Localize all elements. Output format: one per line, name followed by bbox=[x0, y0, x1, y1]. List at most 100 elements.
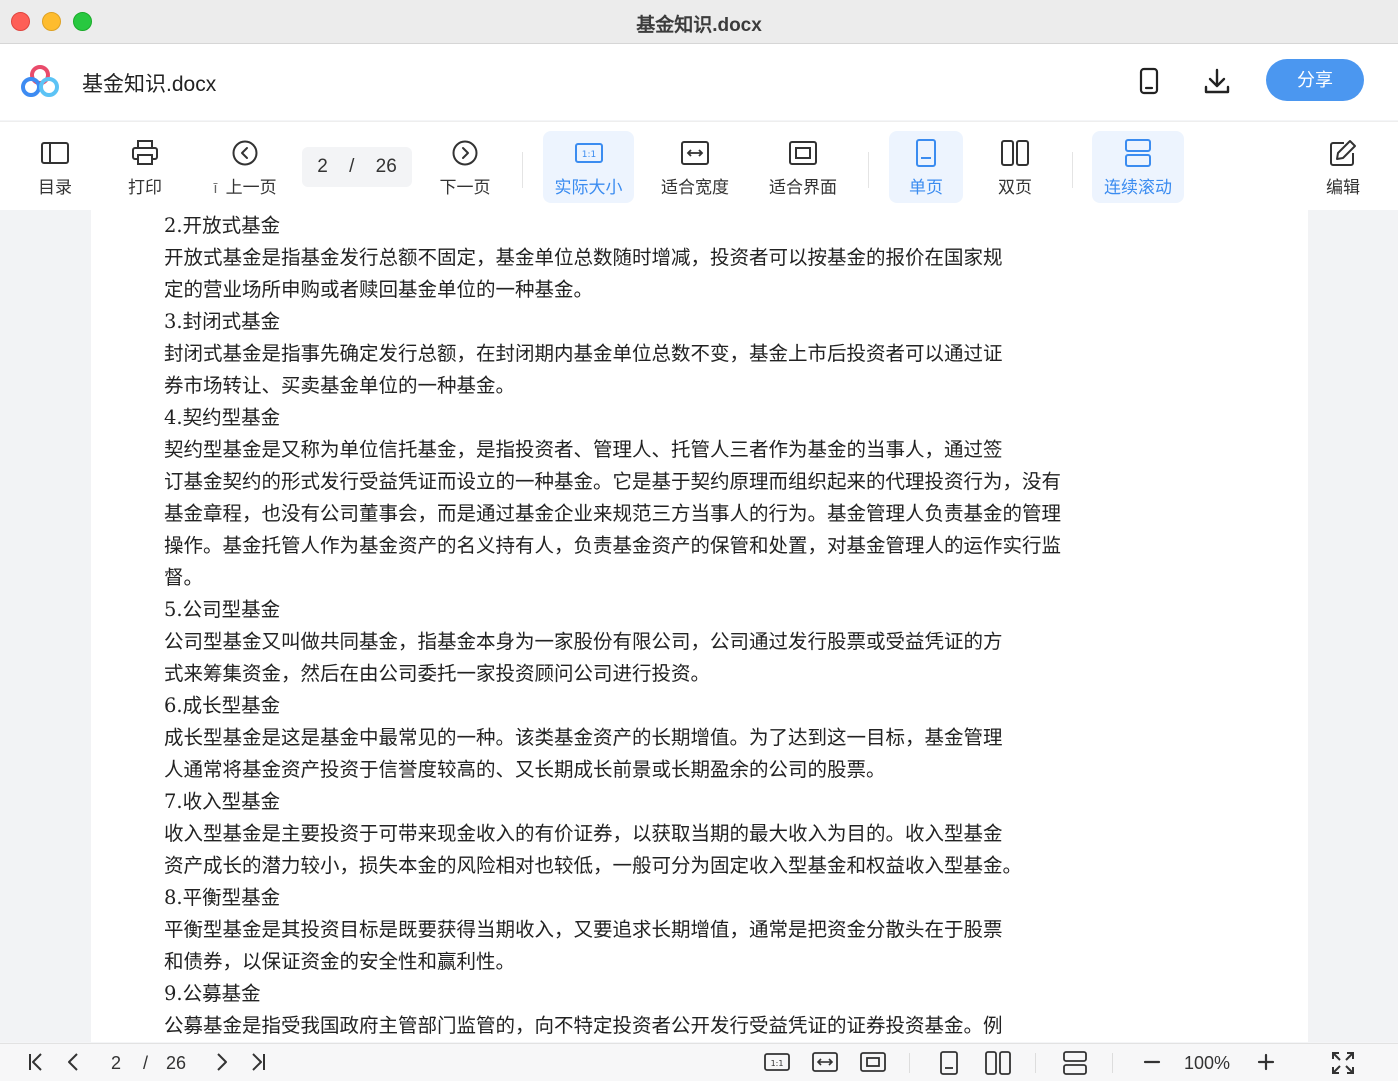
paragraph-line: 契约型基金是又称为单位信托基金，是指投资者、管理人、托管人三者作为基金的当事人，… bbox=[164, 438, 1003, 461]
single-page-label: 单页 bbox=[909, 178, 943, 197]
paragraph-line: 式来筹集资金，然后在由公司委托一家投资顾问公司进行投资。 bbox=[164, 662, 711, 685]
current-page-field[interactable]: 2 bbox=[317, 156, 328, 177]
window-titlebar: 基金知识.docx bbox=[0, 0, 1398, 44]
continuous-scroll-button[interactable]: 连续滚动 bbox=[1092, 131, 1184, 203]
double-page-button[interactable]: 双页 bbox=[978, 131, 1052, 203]
window-title: 基金知识.docx bbox=[636, 15, 762, 36]
continuous-scroll-icon bbox=[1125, 139, 1151, 167]
single-page-button[interactable]: 单页 bbox=[889, 131, 963, 203]
paragraph-line: 资产成长的潜力较小，损失本金的风险相对也较低，一般可分为固定收入型基金和权益收入… bbox=[164, 854, 1023, 877]
section-heading: 4.契约型基金 bbox=[164, 406, 281, 429]
next-page-icon[interactable] bbox=[210, 1051, 232, 1073]
paragraph-line: 成长型基金是这是基金中最常见的一种。该类基金资产的长期增值。为了达到这一目标，基… bbox=[164, 726, 1003, 749]
double-page-icon bbox=[1001, 140, 1029, 166]
section-heading: 7.收入型基金 bbox=[164, 790, 281, 813]
share-button[interactable]: 分享 bbox=[1266, 59, 1364, 101]
sidebar-icon bbox=[41, 142, 69, 164]
section-heading: 2.开放式基金 bbox=[164, 214, 281, 237]
fit-window-icon bbox=[789, 141, 817, 165]
prev-clipped-glyph: ī bbox=[213, 180, 218, 197]
paragraph-line: 基金章程，也没有公司董事会，而是通过基金企业来规范三方当事人的行为。基金管理人负… bbox=[164, 502, 1062, 525]
continuous-scroll-label: 连续滚动 bbox=[1104, 178, 1172, 197]
status-divider bbox=[1035, 1053, 1036, 1073]
fit-width-button[interactable]: 适合宽度 bbox=[652, 131, 738, 203]
fit-width-label: 适合宽度 bbox=[661, 178, 729, 197]
section-heading: 5.公司型基金 bbox=[164, 598, 281, 621]
status-bar: 2 / 26 1:1 100% bbox=[0, 1043, 1398, 1081]
app-header: 基金知识.docx 分享 bbox=[0, 44, 1398, 120]
toolbar-divider bbox=[522, 152, 523, 188]
print-button[interactable]: 打印 bbox=[108, 131, 182, 203]
status-page-separator: / bbox=[143, 1053, 149, 1073]
next-label: 下一页 bbox=[439, 178, 491, 197]
fit-window-label: 适合界面 bbox=[769, 178, 837, 197]
svg-text:1:1: 1:1 bbox=[771, 1059, 784, 1068]
paragraph-line: 操作。基金托管人作为基金资产的名义持有人，负责基金资产的保管和处置，对基金管理人… bbox=[164, 534, 1062, 557]
section-heading: 9.公募基金 bbox=[164, 982, 261, 1005]
printer-icon bbox=[132, 140, 158, 165]
toolbar-divider bbox=[868, 152, 869, 188]
continuous-scroll-icon[interactable] bbox=[1062, 1051, 1088, 1075]
prev-label: 上一页 bbox=[225, 178, 277, 197]
paragraph-line: 券市场转让、买卖基金单位的一种基金。 bbox=[164, 374, 516, 397]
paragraph-line: 督。 bbox=[164, 566, 204, 589]
document-name: 基金知识.docx bbox=[82, 73, 217, 96]
toolbar-divider bbox=[1072, 152, 1073, 188]
paragraph-line: 公募基金是指受我国政府主管部门监管的，向不特定投资者公开发行受益凭证的证券投资基… bbox=[164, 1014, 1003, 1037]
actual-size-label: 实际大小 bbox=[554, 178, 623, 197]
actual-size-icon: 1:1 bbox=[574, 143, 603, 163]
toc-button[interactable]: 目录 bbox=[18, 131, 92, 203]
single-page-icon bbox=[916, 139, 936, 167]
paragraph-line: 公司型基金又叫做共同基金，指基金本身为一家股份有限公司，公司通过发行股票或受益凭… bbox=[164, 630, 1003, 653]
edit-icon bbox=[1330, 140, 1356, 166]
svg-text:1:1: 1:1 bbox=[581, 150, 595, 160]
status-total-pages: 26 bbox=[166, 1053, 187, 1073]
section-heading: 3.封闭式基金 bbox=[164, 310, 281, 333]
edit-label: 编辑 bbox=[1326, 178, 1360, 197]
fit-window-button[interactable]: 适合界面 bbox=[760, 131, 846, 203]
double-page-label: 双页 bbox=[998, 178, 1032, 197]
zoom-out-icon[interactable] bbox=[1141, 1051, 1163, 1073]
paragraph-line: 平衡型基金是其投资目标是既要获得当期收入，又要追求长期增值，通常是把资金分散头在… bbox=[164, 918, 1003, 941]
prev-page-button[interactable]: ī 上一页 bbox=[200, 131, 290, 203]
double-page-icon[interactable] bbox=[985, 1051, 1011, 1075]
viewer-toolbar: 目录 打印 ī 上一页 2 / 26 下一页 1:1 实际大小 适合宽度 适合界… bbox=[0, 121, 1398, 211]
print-label: 打印 bbox=[128, 178, 162, 197]
chevron-left-circle-icon bbox=[232, 140, 258, 166]
fit-window-icon[interactable] bbox=[860, 1051, 886, 1073]
edit-button[interactable]: 编辑 bbox=[1306, 131, 1380, 203]
first-page-icon[interactable] bbox=[25, 1051, 47, 1073]
status-divider bbox=[1112, 1053, 1113, 1073]
document-viewport[interactable]: 2.开放式基金 开放式基金是指基金发行总额不固定，基金单位总数随时增减，投资者可以… bbox=[0, 210, 1398, 1042]
fullscreen-icon[interactable] bbox=[1331, 1051, 1355, 1075]
section-heading: 8.平衡型基金 bbox=[164, 886, 281, 909]
total-pages: 26 bbox=[375, 156, 397, 177]
app-logo-icon bbox=[21, 65, 59, 97]
paragraph-line: 收入型基金是主要投资于可带来现金收入的有价证券，以获取当期的最大收入为目的。收入… bbox=[164, 822, 1003, 845]
paragraph-line: 封闭式基金是指事先确定发行总额，在封闭期内基金单位总数不变，基金上市后投资者可以… bbox=[164, 342, 1003, 365]
paragraph-line: 订基金契约的形式发行受益凭证而设立的一种基金。它是基于契约原理而组织起来的代理投… bbox=[164, 470, 1062, 493]
chevron-right-circle-icon bbox=[452, 140, 478, 166]
mobile-view-icon[interactable] bbox=[1134, 66, 1164, 96]
paragraph-line: 定的营业场所申购或者赎回基金单位的一种基金。 bbox=[164, 278, 594, 301]
toc-label: 目录 bbox=[38, 178, 72, 197]
document-content: 2.开放式基金 开放式基金是指基金发行总额不固定，基金单位总数随时增减，投资者可以… bbox=[164, 210, 1164, 1042]
paragraph-line: 和债券，以保证资金的安全性和赢利性。 bbox=[164, 950, 516, 973]
section-heading: 6.成长型基金 bbox=[164, 694, 281, 717]
zoom-in-icon[interactable] bbox=[1255, 1051, 1277, 1073]
document-page: 2.开放式基金 开放式基金是指基金发行总额不固定，基金单位总数随时增减，投资者可以… bbox=[91, 210, 1308, 1042]
last-page-icon[interactable] bbox=[247, 1051, 269, 1073]
status-divider bbox=[909, 1053, 910, 1073]
actual-size-icon[interactable]: 1:1 bbox=[764, 1051, 790, 1073]
status-current-page[interactable]: 2 bbox=[111, 1053, 121, 1074]
fit-width-icon[interactable] bbox=[812, 1051, 838, 1073]
single-page-icon[interactable] bbox=[938, 1051, 960, 1075]
next-page-button[interactable]: 下一页 bbox=[428, 131, 502, 203]
zoom-level[interactable]: 100% bbox=[1184, 1053, 1230, 1074]
paragraph-line: 人通常将基金资产投资于信誉度较高的、又长期成长前景或长期盈余的公司的股票。 bbox=[164, 758, 886, 781]
page-number-box[interactable]: 2 / 26 bbox=[302, 147, 412, 187]
download-icon[interactable] bbox=[1202, 66, 1232, 96]
actual-size-button[interactable]: 1:1 实际大小 bbox=[543, 131, 634, 203]
prev-page-icon[interactable] bbox=[63, 1051, 85, 1073]
fit-width-icon bbox=[681, 141, 709, 165]
